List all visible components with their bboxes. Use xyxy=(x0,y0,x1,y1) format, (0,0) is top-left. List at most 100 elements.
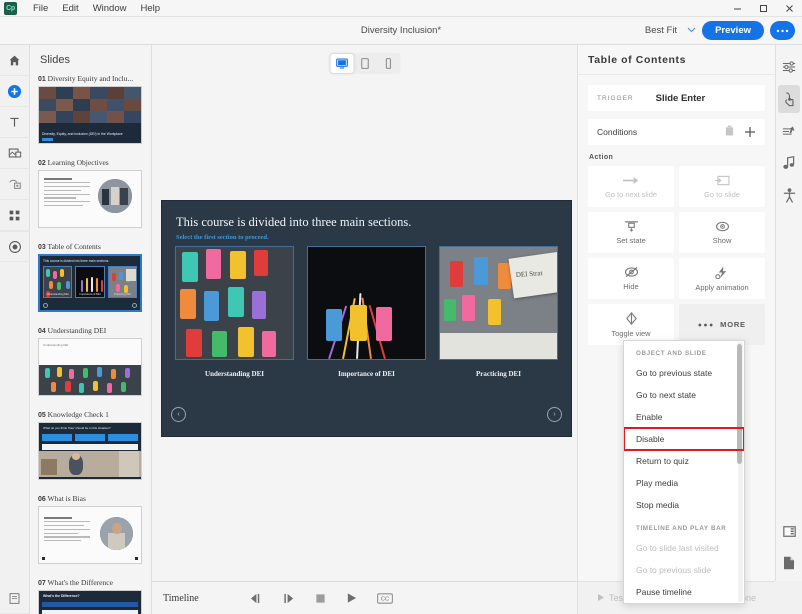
audio-icon[interactable] xyxy=(778,149,800,177)
slide-thumbnail-selected[interactable]: This course is divided into three main s… xyxy=(38,254,142,312)
card-image-practicing-dei[interactable] xyxy=(439,246,558,360)
minimize-icon[interactable] xyxy=(724,0,750,17)
menu-item-pause-timeline[interactable]: Pause timeline xyxy=(624,581,744,603)
action-apply-animation[interactable]: Apply animation xyxy=(679,258,765,299)
add-icon[interactable] xyxy=(744,126,756,138)
action-toggle-view[interactable]: Toggle view xyxy=(588,304,674,345)
maximize-icon[interactable] xyxy=(750,0,776,17)
list-item[interactable]: 01 Diversity Equity and Inclu... Diversi… xyxy=(38,74,143,144)
slide-title: Learning Objectives xyxy=(47,158,109,167)
slide-thumbnail[interactable]: What do you think 'bias' should be in th… xyxy=(38,422,142,480)
step-back-icon[interactable] xyxy=(249,593,262,604)
menu-item-help[interactable]: Help xyxy=(133,0,167,17)
menu-item-file[interactable]: File xyxy=(26,0,55,17)
slide-number: 03 xyxy=(38,244,46,251)
properties-icon[interactable] xyxy=(778,53,800,81)
menu-item-disable[interactable]: Disable xyxy=(624,427,744,451)
tablet-view-icon[interactable] xyxy=(353,54,376,73)
list-item[interactable]: 02 Learning Objectives xyxy=(38,158,143,228)
slide-thumbnail[interactable]: Understanding DEI xyxy=(38,338,142,396)
menu-item-edit[interactable]: Edit xyxy=(55,0,85,17)
slide-notes-icon[interactable] xyxy=(778,517,800,545)
right-rail-bottom-group xyxy=(778,517,800,581)
trigger-row[interactable]: TRIGGER Slide Enter xyxy=(588,85,765,111)
menu-item-window[interactable]: Window xyxy=(86,0,134,17)
text-icon[interactable] xyxy=(0,107,30,138)
action-show[interactable]: Show xyxy=(679,212,765,253)
play-icon xyxy=(597,593,605,604)
action-hide[interactable]: Hide xyxy=(588,258,674,299)
accessibility-icon[interactable] xyxy=(778,181,800,209)
interactions-icon[interactable] xyxy=(0,169,30,200)
menu-item-play-media[interactable]: Play media xyxy=(624,472,744,494)
slide-card[interactable]: Practicing DEI xyxy=(439,246,558,378)
timeline-controls: CC xyxy=(249,592,393,604)
media-icon[interactable] xyxy=(0,138,30,169)
card-image-importance-of-dei[interactable] xyxy=(307,246,426,360)
phone-view-icon[interactable] xyxy=(376,54,399,73)
slide-title: Knowledge Check 1 xyxy=(47,410,109,419)
action-label: Toggle view xyxy=(611,328,651,338)
record-icon[interactable] xyxy=(0,231,30,262)
zoom-level-dropdown[interactable]: Best Fit xyxy=(645,25,696,36)
action-section-label: Action xyxy=(589,154,614,161)
menu-item-stop-media[interactable]: Stop media xyxy=(624,494,744,516)
step-forward-icon[interactable] xyxy=(282,593,295,604)
dropdown-scrollbar-track[interactable] xyxy=(737,342,743,602)
card-image-understanding-dei[interactable] xyxy=(175,246,294,360)
interactions-icon[interactable] xyxy=(778,85,800,113)
desktop-view-icon[interactable] xyxy=(330,54,353,73)
toggle-view-icon xyxy=(624,311,639,325)
list-item[interactable]: 07 What's the Difference What's the Diff… xyxy=(38,578,143,614)
trigger-label: TRIGGER xyxy=(597,94,634,102)
slide-next-button[interactable]: › xyxy=(547,407,562,422)
menu-item-go-to-next-state[interactable]: Go to next state xyxy=(624,384,744,406)
close-icon[interactable] xyxy=(776,0,802,17)
document-icon[interactable] xyxy=(778,549,800,577)
menu-item-go-to-slide-last-visited[interactable]: Go to slide last visited xyxy=(624,537,744,559)
slide-thumbnail[interactable]: Diversity, Equity, and Inclusion (DEI) i… xyxy=(38,86,142,144)
closed-caption-icon[interactable]: CC xyxy=(376,592,393,604)
assets-icon[interactable] xyxy=(0,583,30,614)
list-item[interactable]: 03 Table of Contents This course is divi… xyxy=(38,242,143,312)
widgets-icon[interactable] xyxy=(0,200,30,231)
delete-icon[interactable] xyxy=(725,123,734,141)
play-icon[interactable] xyxy=(346,592,357,604)
slide-prev-button[interactable]: ‹ xyxy=(171,407,186,422)
action-go-to-next-slide[interactable]: Go to next slide xyxy=(588,166,674,207)
slide-thumbnail[interactable] xyxy=(38,170,142,228)
card-caption: Importance of DEI xyxy=(338,370,395,378)
conditions-row[interactable]: Conditions xyxy=(588,119,765,145)
stop-icon[interactable] xyxy=(315,593,326,604)
device-preview-toggle xyxy=(329,53,400,74)
action-more-button[interactable]: MORE xyxy=(679,304,765,345)
slide-title: What's the Difference xyxy=(47,578,113,587)
action-go-to-slide[interactable]: Go to slide xyxy=(679,166,765,207)
thumbnail-caption: Diversity, Equity, and Inclusion (DEI) i… xyxy=(42,132,123,137)
slide-label: 02 Learning Objectives xyxy=(38,158,143,167)
list-item[interactable]: 05 Knowledge Check 1 What do you think '… xyxy=(38,410,143,480)
slide-thumbnail[interactable] xyxy=(38,506,142,564)
toolbar-more-button[interactable] xyxy=(770,21,795,40)
action-label: Set state xyxy=(616,236,646,245)
list-item[interactable]: 06 What is Bias xyxy=(38,494,143,564)
slide-thumbnail[interactable]: What's the Difference? xyxy=(38,590,142,614)
menu-item-go-to-previous-state[interactable]: Go to previous state xyxy=(624,362,744,384)
menu-item-return-to-quiz[interactable]: Return to quiz xyxy=(624,450,744,472)
slides-list: 01 Diversity Equity and Inclu... Diversi… xyxy=(30,74,151,614)
timing-icon[interactable] xyxy=(778,117,800,145)
slide-card[interactable]: Importance of DEI xyxy=(307,246,426,378)
list-item[interactable]: 04 Understanding DEI Understanding DEI xyxy=(38,326,143,396)
menu-item-enable[interactable]: Enable xyxy=(624,406,744,428)
action-set-state[interactable]: Set state xyxy=(588,212,674,253)
add-icon[interactable] xyxy=(0,76,30,107)
test-button[interactable]: Test xyxy=(597,593,626,604)
home-icon[interactable] xyxy=(0,45,30,76)
slide-card[interactable]: Understanding DEI xyxy=(175,246,294,378)
application-window: Cp File Edit Window Help Diversity Inclu… xyxy=(0,0,802,614)
animation-icon xyxy=(714,265,730,279)
action-label: Hide xyxy=(623,282,639,291)
preview-button[interactable]: Preview xyxy=(702,21,764,40)
menu-item-go-to-previous-slide[interactable]: Go to previous slide xyxy=(624,559,744,581)
slide-stage[interactable]: This course is divided into three main s… xyxy=(161,200,572,437)
